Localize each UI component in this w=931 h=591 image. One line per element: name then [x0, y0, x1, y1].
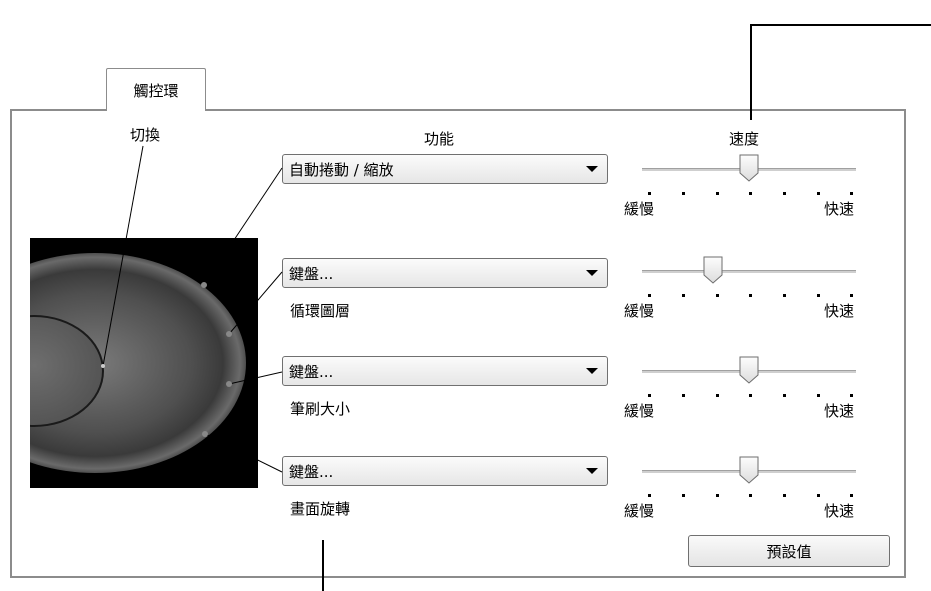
function-sub-label-3: 筆刷大小 — [290, 400, 351, 418]
touch-ring-outer — [30, 253, 246, 473]
slider-tick — [682, 192, 685, 195]
function-dropdown-2[interactable]: 鍵盤... — [282, 258, 608, 288]
callout-line-speed — [750, 24, 752, 120]
slider-tick — [850, 192, 853, 195]
slider-tick — [783, 394, 786, 397]
slider-fast-label: 快速 — [824, 502, 855, 520]
function-header: 功能 — [424, 130, 455, 148]
speed-slider-4[interactable]: 緩慢 快速 — [624, 450, 876, 520]
speed-slider-1[interactable]: 緩慢 快速 — [624, 148, 876, 218]
chevron-down-icon — [586, 166, 598, 172]
function-sub-label-4: 畫面旋轉 — [290, 500, 351, 518]
chevron-down-icon — [586, 270, 598, 276]
slider-fast-label: 快速 — [824, 200, 855, 218]
slider-thumb[interactable] — [739, 154, 759, 182]
function-dropdown-1[interactable]: 自動捲動 / 縮放 — [282, 154, 608, 184]
slider-tick — [749, 494, 752, 497]
slider-tick — [783, 192, 786, 195]
slider-tick — [648, 394, 651, 397]
chevron-down-icon — [586, 468, 598, 474]
function-dropdown-4-value: 鍵盤... — [289, 462, 334, 481]
speed-slider-3[interactable]: 緩慢 快速 — [624, 350, 876, 420]
slider-tick — [682, 494, 685, 497]
function-dropdown-2-value: 鍵盤... — [289, 264, 334, 283]
function-dropdown-4[interactable]: 鍵盤... — [282, 456, 608, 486]
slider-tick — [749, 294, 752, 297]
slider-tick — [716, 294, 719, 297]
slider-tick — [682, 394, 685, 397]
function-dropdown-1-value: 自動捲動 / 縮放 — [289, 160, 394, 179]
toggle-header: 切換 — [130, 126, 161, 144]
slider-tick — [716, 494, 719, 497]
slider-tick — [749, 192, 752, 195]
touch-ring-image — [30, 238, 258, 488]
slider-tick — [682, 294, 685, 297]
slider-tick — [850, 394, 853, 397]
chevron-down-icon — [586, 368, 598, 374]
tab-touch-ring[interactable]: 觸控環 — [106, 68, 206, 111]
slider-tick — [749, 394, 752, 397]
speed-header: 速度 — [729, 130, 760, 148]
slider-tick — [817, 494, 820, 497]
callout-line-top — [750, 24, 931, 26]
slider-slow-label: 緩慢 — [624, 402, 655, 420]
slider-tick — [783, 294, 786, 297]
slider-tick — [648, 192, 651, 195]
speed-slider-2[interactable]: 緩慢 快速 — [624, 250, 876, 320]
slider-tick — [817, 294, 820, 297]
slider-tick — [817, 192, 820, 195]
slider-thumb[interactable] — [703, 256, 723, 284]
slider-fast-label: 快速 — [824, 302, 855, 320]
slider-slow-label: 緩慢 — [624, 200, 655, 218]
slider-tick — [716, 192, 719, 195]
slider-fast-label: 快速 — [824, 402, 855, 420]
slider-tick — [648, 294, 651, 297]
function-dropdown-3-value: 鍵盤... — [289, 362, 334, 381]
callout-line-function — [322, 540, 324, 591]
slider-slow-label: 緩慢 — [624, 302, 655, 320]
tab-touch-ring-label: 觸控環 — [133, 81, 179, 100]
touch-ring-center-button[interactable] — [30, 315, 104, 427]
function-sub-label-2: 循環圖層 — [290, 302, 351, 320]
slider-tick — [783, 494, 786, 497]
slider-tick — [817, 394, 820, 397]
slider-tick — [850, 294, 853, 297]
slider-tick — [716, 394, 719, 397]
default-button[interactable]: 預設值 — [688, 535, 890, 567]
function-dropdown-3[interactable]: 鍵盤... — [282, 356, 608, 386]
default-button-label: 預設值 — [766, 542, 812, 561]
slider-tick — [648, 494, 651, 497]
slider-thumb[interactable] — [739, 356, 759, 384]
slider-slow-label: 緩慢 — [624, 502, 655, 520]
slider-thumb[interactable] — [739, 456, 759, 484]
slider-tick — [850, 494, 853, 497]
slider-track — [642, 270, 856, 273]
